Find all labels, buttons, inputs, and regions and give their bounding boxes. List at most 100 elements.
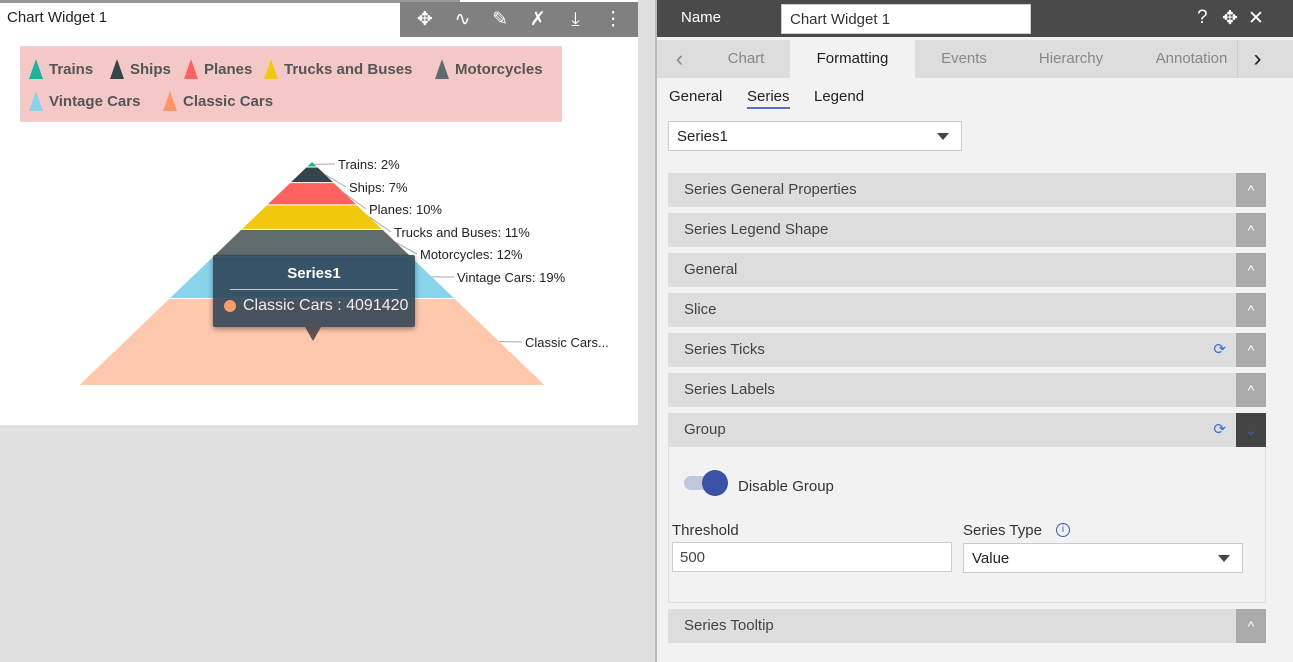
move-icon[interactable]: ✥ — [1222, 7, 1238, 30]
widget-top-border — [0, 0, 460, 3]
properties-panel: Name ? ✥ ✕ ‹ Chart Formatting Events Hie… — [657, 0, 1293, 662]
tab-hierarchy[interactable]: Hierarchy — [1013, 40, 1129, 78]
legend-label: Ships — [130, 60, 171, 78]
series-select[interactable]: Series1 — [668, 121, 962, 151]
tooltip-row: Classic Cars : 4091420 — [224, 297, 415, 315]
group-section-body: Disable Group Threshold 500 Series Type … — [668, 447, 1266, 603]
series-type-label: Series Type — [963, 522, 1042, 539]
chevron-up-icon[interactable]: ^ — [1236, 333, 1266, 367]
legend-label: Planes — [204, 60, 253, 78]
subtab-general[interactable]: General — [669, 88, 722, 105]
tooltip-marker — [224, 300, 236, 312]
data-label: Planes: 10% — [369, 202, 442, 217]
info-icon[interactable]: i — [1056, 523, 1070, 537]
chevron-up-icon[interactable]: ^ — [1236, 173, 1266, 207]
section-header[interactable]: Slice ^ — [668, 293, 1266, 327]
legend-label: Trucks and Buses — [284, 60, 413, 78]
subtab-series[interactable]: Series — [747, 88, 790, 109]
series-select-value: Series1 — [677, 127, 728, 145]
tabs-next-button[interactable]: › — [1237, 40, 1277, 78]
legend-label: Trains — [49, 60, 94, 78]
triangle-marker-icon — [29, 59, 43, 79]
chevron-down-icon[interactable]: ⌄ — [1236, 413, 1266, 447]
chart-widget: Chart Widget 1 ✥ ∿ ✎ ✗ ⤓ ⋮ Trains Ships Pl… — [0, 0, 638, 425]
tab-events[interactable]: Events — [915, 40, 1013, 78]
more-vertical-icon[interactable]: ⋮ — [600, 8, 626, 31]
pyramid-slice[interactable] — [214, 229, 410, 256]
data-label: Motorcycles: 12% — [420, 247, 523, 262]
legend-item[interactable]: Trains — [29, 59, 93, 79]
triangle-marker-icon — [264, 59, 278, 79]
triangle-marker-icon — [110, 59, 124, 79]
series-type-select[interactable]: Value — [963, 543, 1243, 573]
link-icon[interactable]: ∿ — [449, 8, 475, 31]
section-header[interactable]: Group ⟳ ⌄ — [668, 413, 1266, 447]
section-header[interactable]: Series Legend Shape ^ — [668, 213, 1266, 247]
triangle-marker-icon — [184, 59, 198, 79]
legend-label: Classic Cars — [183, 92, 274, 110]
caret-down-icon — [937, 133, 949, 140]
section-header[interactable]: Series Labels ^ — [668, 373, 1266, 407]
tooltip-divider — [230, 289, 398, 290]
legend-item[interactable]: Classic Cars — [163, 91, 273, 111]
triangle-marker-icon — [435, 59, 449, 79]
legend-item[interactable]: Motorcycles — [435, 59, 543, 79]
section-header[interactable]: General ^ — [668, 253, 1266, 287]
pyramid-slice[interactable] — [242, 205, 382, 229]
chevron-up-icon[interactable]: ^ — [1236, 253, 1266, 287]
data-label: Trucks and Buses: 11% — [394, 225, 530, 240]
tab-chart[interactable]: Chart — [702, 40, 790, 78]
move-icon[interactable]: ✥ — [412, 8, 438, 31]
data-label: Classic Cars... — [525, 335, 609, 350]
pyramid-slice[interactable] — [291, 167, 333, 183]
name-label: Name — [681, 9, 722, 26]
legend-item[interactable]: Vintage Cars — [29, 91, 140, 111]
data-label: Vintage Cars: 19% — [457, 270, 566, 285]
section-title: Series General Properties — [684, 181, 857, 198]
legend-item[interactable]: Trucks and Buses — [264, 59, 412, 79]
section-title: Series Legend Shape — [684, 221, 829, 238]
data-label: Trains: 2% — [338, 157, 400, 172]
section-header[interactable]: Series Ticks ⟳ ^ — [668, 333, 1266, 367]
reset-icon[interactable]: ⟳ — [1213, 413, 1226, 447]
panel-tabs: ‹ Chart Formatting Events Hierarchy Anno… — [657, 40, 1293, 78]
reset-icon[interactable]: ⟳ — [1213, 333, 1226, 367]
chevron-up-icon[interactable]: ^ — [1236, 293, 1266, 327]
threshold-label: Threshold — [672, 522, 739, 539]
section-title: Series Tooltip — [684, 617, 774, 634]
section-header[interactable]: Series Tooltip ^ — [668, 609, 1266, 643]
chevron-up-icon[interactable]: ^ — [1236, 609, 1266, 643]
name-input[interactable] — [781, 4, 1031, 34]
pyramid-slice[interactable] — [267, 183, 357, 205]
edit-icon[interactable]: ✎ — [487, 8, 513, 31]
help-icon[interactable]: ? — [1197, 7, 1208, 29]
tabs-prev-button[interactable]: ‹ — [667, 40, 692, 78]
tooltip-text: Classic Cars : 4091420 — [243, 297, 409, 314]
triangle-marker-icon — [163, 91, 177, 111]
disable-group-toggle[interactable] — [684, 470, 728, 496]
subtab-legend[interactable]: Legend — [814, 88, 864, 105]
threshold-value: 500 — [680, 548, 706, 566]
data-label: Ships: 7% — [349, 180, 408, 195]
close-icon[interactable]: ✕ — [1248, 7, 1264, 30]
chevron-up-icon[interactable]: ^ — [1236, 213, 1266, 247]
section-title: Series Labels — [684, 381, 775, 398]
download-icon[interactable]: ⤓ — [562, 9, 588, 31]
threshold-input[interactable]: 500 — [672, 542, 952, 572]
triangle-marker-icon — [29, 91, 43, 111]
tooltip-arrow — [305, 327, 321, 341]
section-header[interactable]: Series General Properties ^ — [668, 173, 1266, 207]
section-title: Slice — [684, 301, 717, 318]
chevron-up-icon[interactable]: ^ — [1236, 373, 1266, 407]
tab-formatting[interactable]: Formatting — [790, 40, 915, 78]
disable-group-label: Disable Group — [738, 478, 834, 495]
tooltip-title: Series1 — [287, 265, 341, 282]
tab-annotation[interactable]: Annotation — [1129, 40, 1254, 78]
legend-label: Vintage Cars — [49, 92, 141, 110]
widget-title: Chart Widget 1 — [7, 9, 108, 26]
legend-item[interactable]: Ships — [110, 59, 171, 79]
legend-item[interactable]: Planes — [184, 59, 252, 79]
tooltip: Series1 Classic Cars : 4091420 — [213, 255, 415, 327]
tools-icon[interactable]: ✗ — [525, 8, 551, 31]
toggle-knob — [702, 470, 728, 496]
